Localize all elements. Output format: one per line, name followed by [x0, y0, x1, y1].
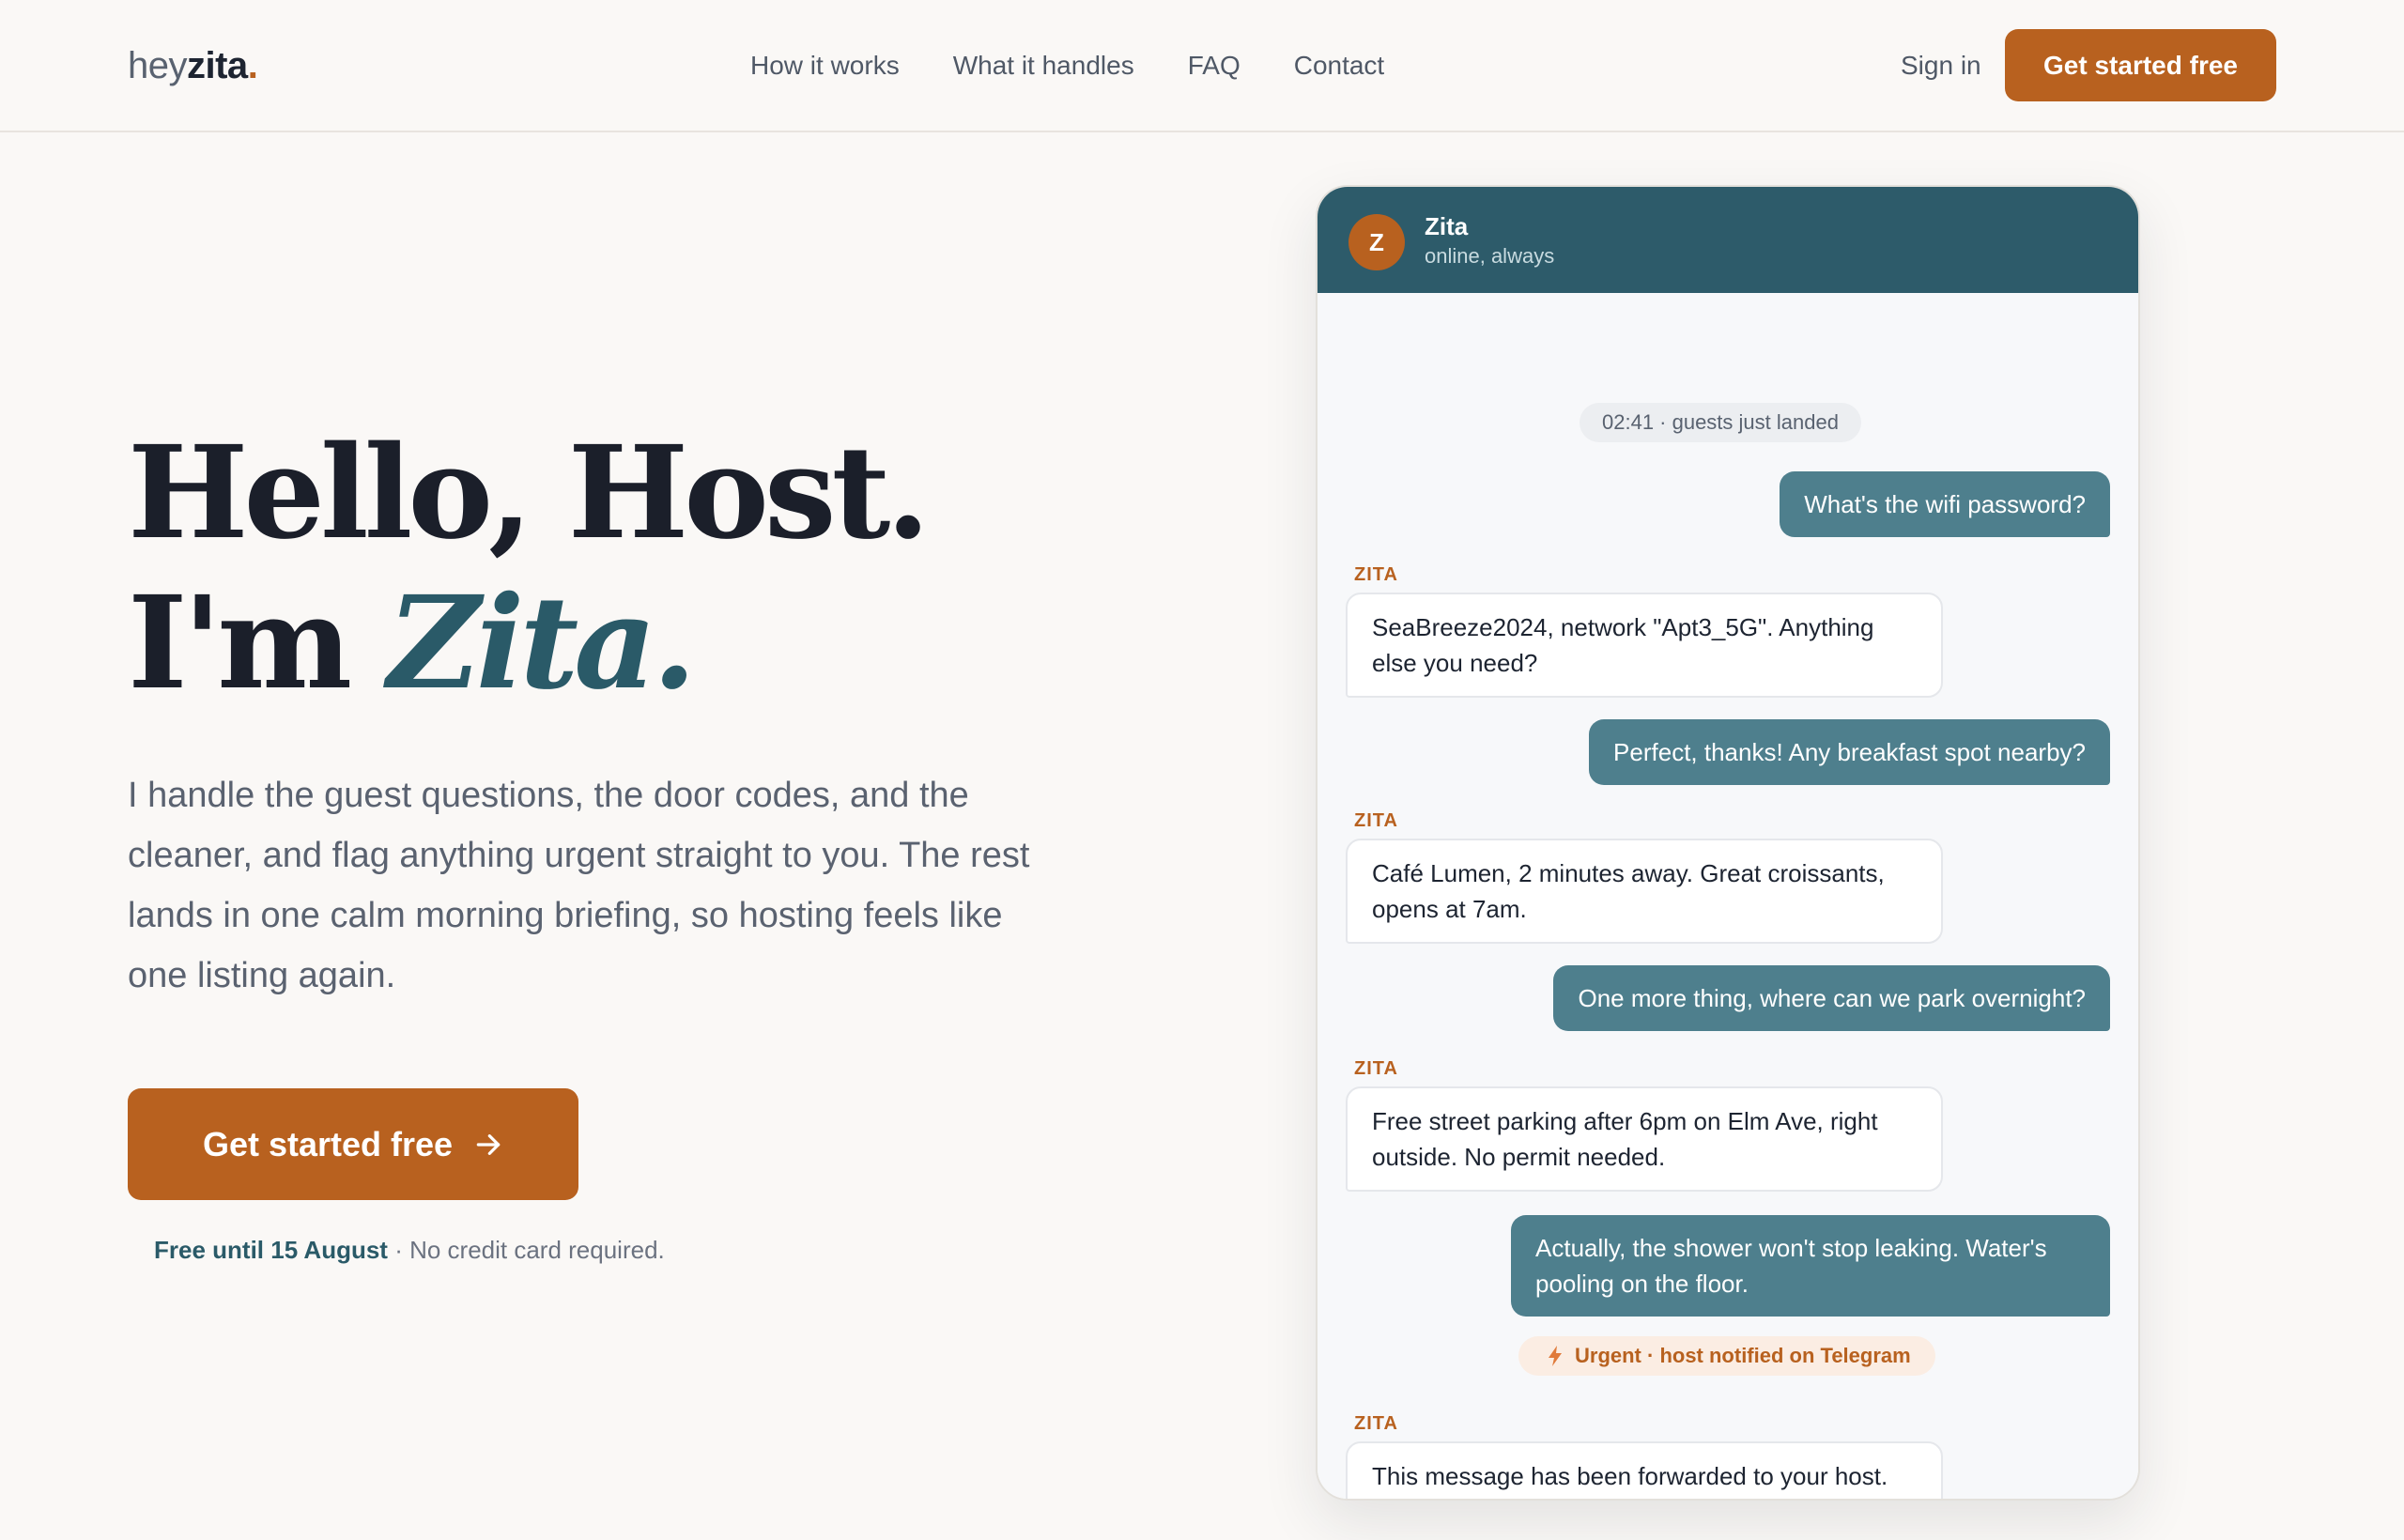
hero-title-line2: I'm Zita. [128, 568, 926, 718]
hero-title-line1: Hello, Host. [128, 418, 931, 568]
nav-link-how-it-works[interactable]: How it works [750, 47, 900, 85]
guest-message: Actually, the shower won't stop leaking.… [1511, 1215, 2110, 1317]
hero-title: Hello, Host. I'm Zita. [128, 418, 931, 718]
zita-message: SeaBreeze2024, network "Apt3_5G". Anythi… [1346, 593, 1943, 698]
logo-prefix: hey [128, 45, 188, 86]
avatar: Z [1348, 214, 1405, 270]
nav-get-started-button[interactable]: Get started free [2005, 29, 2276, 101]
chat-body: 02:41 · guests just landed What's the wi… [1318, 293, 2138, 1499]
agent-status: online, always [1425, 244, 1555, 268]
sender-label: ZITA [1354, 810, 1398, 831]
nav-links: How it works What it handles FAQ Contact [750, 47, 1384, 85]
arrow-right-icon [476, 1133, 501, 1155]
fine-print-free-until: Free until 15 August [154, 1236, 388, 1264]
fine-print: Free until 15 August · No credit card re… [154, 1232, 665, 1268]
zita-message: Free street parking after 6pm on Elm Ave… [1346, 1086, 1943, 1192]
logo-dot: . [247, 45, 258, 86]
sender-label: ZITA [1354, 1413, 1398, 1434]
hero-title-line2-prefix: I'm [128, 568, 388, 718]
fine-print-no-card: · No credit card required. [387, 1236, 665, 1264]
zita-message: Café Lumen, 2 minutes away. Great croiss… [1346, 839, 1943, 944]
lightning-icon [1549, 1346, 1562, 1366]
guest-message: What's the wifi password? [1780, 471, 2110, 537]
logo-main: zita [187, 45, 248, 86]
top-nav: heyzita. How it works What it handles FA… [0, 0, 2404, 132]
nav-link-faq[interactable]: FAQ [1188, 47, 1241, 85]
sender-label: ZITA [1354, 564, 1398, 585]
hero-get-started-button[interactable]: Get started free [128, 1088, 578, 1200]
guest-message: Perfect, thanks! Any breakfast spot near… [1589, 719, 2110, 785]
timestamp-pill: 02:41 · guests just landed [1580, 403, 1861, 442]
sender-label: ZITA [1354, 1058, 1398, 1079]
zita-message: This message has been forwarded to your … [1346, 1441, 1943, 1499]
guest-message: One more thing, where can we park overni… [1553, 965, 2110, 1031]
nav-link-what-it-handles[interactable]: What it handles [953, 47, 1134, 85]
hero-cta-label: Get started free [202, 1124, 454, 1163]
urgent-pill: Urgent · host notified on Telegram [1518, 1336, 1935, 1376]
logo[interactable]: heyzita. [128, 41, 258, 90]
chat-header: Z Zita online, always [1318, 187, 2138, 293]
urgent-pill-label: Urgent · host notified on Telegram [1575, 1344, 1911, 1367]
nav-link-contact[interactable]: Contact [1294, 47, 1385, 85]
agent-name: Zita [1425, 212, 1469, 240]
sign-in-link[interactable]: Sign in [1901, 47, 1981, 85]
hero-subtitle: I handle the guest questions, the door c… [128, 776, 1030, 995]
hero-title-name: Zita. [387, 568, 697, 718]
chat-preview: Z Zita online, always 02:41 · guests jus… [1316, 185, 2140, 1501]
